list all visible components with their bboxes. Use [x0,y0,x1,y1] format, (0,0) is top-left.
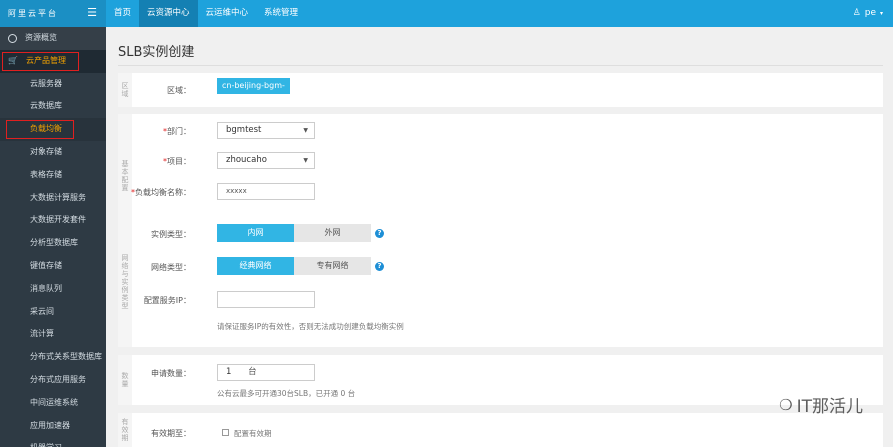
highlight-box [6,120,74,140]
help-icon[interactable]: ? [375,262,384,271]
nav-system-management[interactable]: 系统管理 [256,0,306,27]
sidebar-item-table-store[interactable]: 表格存储 [0,164,106,187]
period-checkbox[interactable] [222,429,229,436]
caret-down-icon: ▼ [303,157,308,164]
watermark: ❍ IT那活儿 [779,395,863,418]
quantity-input[interactable]: 1 台 [217,364,315,381]
region-label: 区域： [167,86,191,95]
quantity-hint: 公有云最多可开通30台SLB，已开通 0 台 [217,389,356,398]
sidebar-group-cloud-products[interactable]: 🛒 云产品管理 [0,49,106,73]
nav-cloud-resource-center[interactable]: 云资源中心 [139,0,198,27]
sidebar-item-rds[interactable]: 云数据库 [0,95,106,118]
service-ip-input[interactable] [217,291,315,308]
user-icon: ♙ [852,8,861,18]
lb-name-input[interactable]: xxxxx [217,183,315,200]
wechat-icon: ❍ [779,395,793,414]
hamburger-menu-icon[interactable]: ☰ [86,7,98,19]
user-menu[interactable]: ♙ pe ▾ [853,0,883,27]
page-title: SLB实例创建 [118,45,195,60]
sidebar-item-drds[interactable]: 分布式关系型数据库 [0,346,106,369]
chevron-down-icon: ▾ [879,10,883,17]
sidebar-item-stream-compute[interactable]: 流计算 [0,323,106,346]
help-icon[interactable]: ? [375,229,384,238]
region-button[interactable]: cn-beijing-bgm- [217,78,290,94]
instance-type-toggle: 内网 外网 [217,224,371,242]
top-bar: 阿里云平台 ☰ 首页 云资源中心 云运维中心 系统管理 ♙ pe ▾ [0,0,893,27]
region-panel: 区域 区域： cn-beijing-bgm- [118,73,883,107]
period-label: 有效期至： [151,429,191,438]
dashboard-icon [8,33,17,43]
divider [118,65,883,66]
instance-type-label: 实例类型： [151,230,191,239]
dept-label: *部门： [163,127,191,136]
section-label-count: 数量 [118,355,132,405]
instance-type-intranet[interactable]: 内网 [217,224,294,242]
quantity-panel: 数量 申请数量： 1 台 公有云最多可开通30台SLB，已开通 0 台 [118,355,883,405]
user-name: pe [864,8,876,18]
network-type-classic[interactable]: 经典网络 [217,257,294,275]
instance-type-internet[interactable]: 外网 [294,224,371,242]
project-select[interactable]: zhoucaho ▼ [217,152,315,169]
main-content: SLB实例创建 区域 区域： cn-beijing-bgm- 基本配置 *部门：… [106,27,893,447]
highlight-box [2,51,79,71]
period-checkbox-label: 配置有效期 [234,429,272,438]
network-type-vpc[interactable]: 专有网络 [294,257,371,275]
service-ip-hint: 请保证服务IP的有效性，否则无法成功创建负载均衡实例 [217,322,404,331]
period-panel: 有效期 有效期至： 配置有效期 [118,413,883,447]
network-type-label: 网络类型： [151,263,191,272]
sidebar-item-resource-overview[interactable]: 资源概览 [0,27,106,50]
top-nav: 首页 云资源中心 云运维中心 系统管理 [106,0,306,27]
caret-down-icon: ▼ [303,127,308,134]
lb-name-label: *负载均衡名称： [131,188,191,197]
project-label: *项目： [163,157,191,166]
quantity-label: 申请数量： [151,369,191,378]
nav-cloud-ops-center[interactable]: 云运维中心 [198,0,257,27]
sidebar-item-ops-system[interactable]: 中间运维系统 [0,392,106,415]
network-type-toggle: 经典网络 专有网络 [217,257,371,275]
nav-home[interactable]: 首页 [106,0,139,27]
service-ip-label: 配置服务IP： [143,296,191,305]
network-panel: 网络与实例类型 实例类型： 内网 外网 ? 网络类型： 经典网络 专有网络 ? … [118,217,883,347]
dept-select[interactable]: bgmtest ▼ [217,122,315,139]
